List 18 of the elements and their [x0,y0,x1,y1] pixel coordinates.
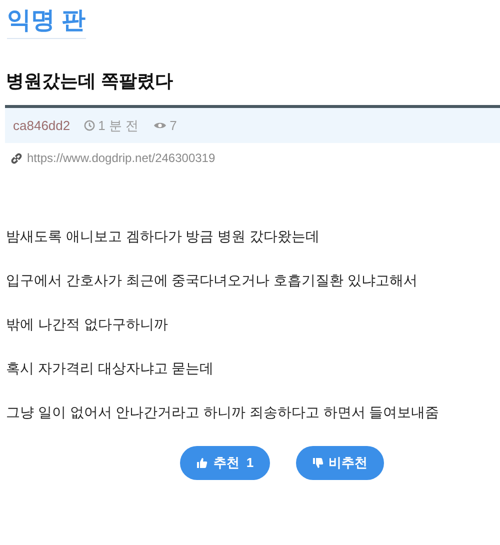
board-title[interactable]: 익명 판 [7,6,86,36]
post-url-link[interactable]: https://www.dogdrip.net/246300319 [27,149,216,167]
upvote-button[interactable]: 추천 1 [180,446,270,480]
body-paragraph: 혹시 자가격리 대상자냐고 묻는데 [6,359,215,378]
post-time: 1 분 전 [98,116,139,135]
post-title: 병원갔는데 쪽팔렸다 [6,70,174,93]
thumbs-up-icon [196,457,208,469]
body-paragraph: 밤새도록 애니보고 겜하다가 방금 병원 갔다왔는데 [6,227,320,246]
body-paragraph: 그냥 일이 없어서 안나간거라고 하니까 죄송하다고 하면서 들여보내줌 [6,403,440,422]
clock-icon [84,120,96,131]
view-count: 7 [170,116,177,135]
body-paragraph: 밖에 나간적 없다구하니까 [6,315,169,334]
downvote-button[interactable]: 비추천 [296,446,384,480]
link-icon [10,152,23,164]
thumbs-down-icon [312,457,324,469]
author-name[interactable]: ca846dd2 [13,116,70,136]
body-paragraph: 입구에서 간호사가 최근에 중국다녀오거나 호흡기질환 있냐고해서 [6,271,418,290]
eye-icon [152,121,167,130]
